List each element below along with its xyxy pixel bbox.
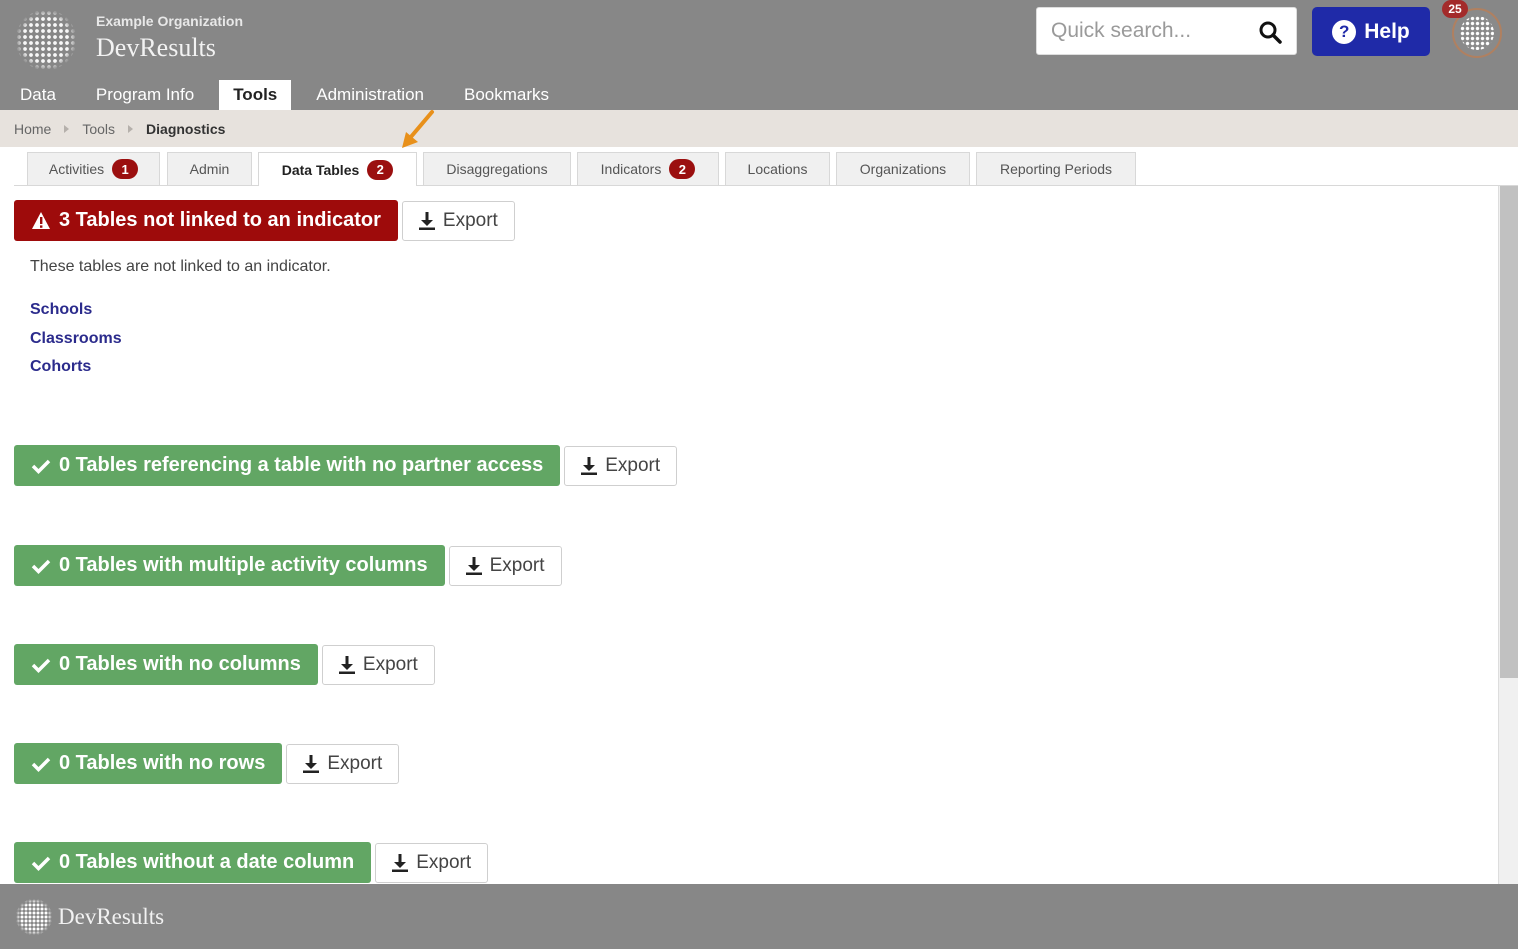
tab-badge: 2 [367,159,394,180]
tab-activities[interactable]: Activities 1 [27,152,160,185]
tab-label: Disaggregations [446,161,548,177]
status-label-warning[interactable]: 3 Tables not linked to an indicator [14,200,398,241]
nav-item-administration[interactable]: Administration [296,80,444,110]
diagnostic-tabs: Activities 1 Admin Data Tables 2 Disaggr… [14,147,1518,186]
tab-disaggregations[interactable]: Disaggregations [423,152,571,185]
breadcrumb-home[interactable]: Home [14,121,51,137]
footer-app-name: DevResults [58,904,165,929]
breadcrumb: Home Tools Diagnostics [0,110,1518,147]
section-description: These tables are not linked to an indica… [30,258,331,275]
export-label: Export [489,554,545,576]
search-icon[interactable] [1258,20,1282,44]
tab-label: Activities [48,161,105,177]
section-no-columns: 0 Tables with no columns Export [14,644,435,685]
status-label-text: 0 Tables referencing a table with no par… [59,454,544,476]
app-footer: DevResults [0,884,1518,949]
export-button[interactable]: Export [401,200,515,241]
tab-label: Organizations [859,161,947,177]
check-icon [31,757,51,772]
content-scrollbar[interactable] [1498,186,1518,884]
app-header: Example Organization DevResults ? Help 2… [0,0,1518,110]
app-name[interactable]: DevResults [96,33,216,63]
section-no-date-column: 0 Tables without a date column Export [14,842,489,883]
download-icon [303,754,320,773]
tab-label: Reporting Periods [999,161,1113,177]
tab-admin[interactable]: Admin [167,152,252,185]
tab-label: Admin [189,161,230,177]
warning-triangle-icon [32,212,50,229]
search-input[interactable] [1051,16,1251,46]
download-icon [418,211,435,230]
nav-item-program-info[interactable]: Program Info [76,80,214,110]
status-label-text: 3 Tables not linked to an indicator [59,209,381,231]
export-label: Export [362,653,418,675]
check-icon [31,856,51,871]
nav-item-bookmarks[interactable]: Bookmarks [444,80,569,110]
export-label: Export [327,752,383,774]
tab-label: Locations [747,161,808,177]
table-link-cohorts[interactable]: Cohorts [30,358,91,376]
export-button[interactable]: Export [286,743,400,784]
org-name: Example Organization [96,13,244,29]
breadcrumb-diagnostics: Diagnostics [146,120,226,137]
status-label-ok[interactable]: 0 Tables with no rows [14,743,283,784]
nav-item-tools[interactable]: Tools [219,80,292,110]
status-label-ok[interactable]: 0 Tables with multiple activity columns [14,545,445,586]
export-button[interactable]: Export [375,842,489,883]
tab-locations[interactable]: Locations [725,152,830,185]
org-logo-icon[interactable] [16,10,76,70]
quick-search [1036,7,1297,55]
tab-badge: 2 [669,159,696,179]
tab-label: Data Tables [281,161,360,178]
check-icon [31,459,51,474]
download-icon [465,556,482,575]
tab-badge: 1 [112,159,139,179]
tab-label: Indicators [600,161,662,177]
status-label-ok[interactable]: 0 Tables referencing a table with no par… [14,445,561,486]
download-icon [338,655,355,674]
help-button[interactable]: ? Help [1312,7,1430,56]
section-unlinked-tables: 3 Tables not linked to an indicator Expo… [14,200,515,241]
section-multiple-activity-columns: 0 Tables with multiple activity columns … [14,545,562,586]
pointer-arrow-icon [402,110,434,148]
status-label-text: 0 Tables with multiple activity columns [59,554,428,576]
download-icon [392,853,409,872]
export-button[interactable]: Export [564,445,678,486]
tab-indicators[interactable]: Indicators 2 [577,152,719,185]
section-no-partner-access: 0 Tables referencing a table with no par… [14,445,678,486]
status-label-ok[interactable]: 0 Tables with no columns [14,644,318,685]
breadcrumb-separator-icon [64,124,70,133]
nav-item-data[interactable]: Data [0,80,76,110]
scrollbar-thumb[interactable] [1500,186,1518,678]
footer-logo-icon [16,899,52,935]
question-circle-icon: ? [1332,19,1357,44]
check-icon [31,559,51,574]
status-label-text: 0 Tables without a date column [59,851,355,873]
status-label-text: 0 Tables with no rows [59,752,266,774]
status-label-text: 0 Tables with no columns [59,653,301,675]
check-icon [31,658,51,673]
main-nav: Data Program Info Tools Administration B… [0,80,569,110]
status-label-ok[interactable]: 0 Tables without a date column [14,842,372,883]
section-no-rows: 0 Tables with no rows Export [14,743,400,784]
tab-reporting-periods[interactable]: Reporting Periods [976,152,1136,185]
tab-data-tables[interactable]: Data Tables 2 [258,152,417,186]
notification-badge[interactable]: 25 [1442,0,1468,18]
breadcrumb-separator-icon [128,124,134,133]
diagnostics-content: 3 Tables not linked to an indicator Expo… [0,186,1498,884]
tab-organizations[interactable]: Organizations [836,152,970,185]
download-icon [581,456,598,475]
table-link-classrooms[interactable]: Classrooms [30,330,122,348]
help-label: Help [1364,19,1410,43]
table-link-schools[interactable]: Schools [30,301,92,319]
export-label: Export [442,209,498,231]
breadcrumb-tools[interactable]: Tools [82,121,115,137]
export-label: Export [605,454,661,476]
avatar-logo-icon [1460,16,1494,50]
export-label: Export [416,851,472,873]
export-button[interactable]: Export [448,545,562,586]
export-button[interactable]: Export [321,644,435,685]
